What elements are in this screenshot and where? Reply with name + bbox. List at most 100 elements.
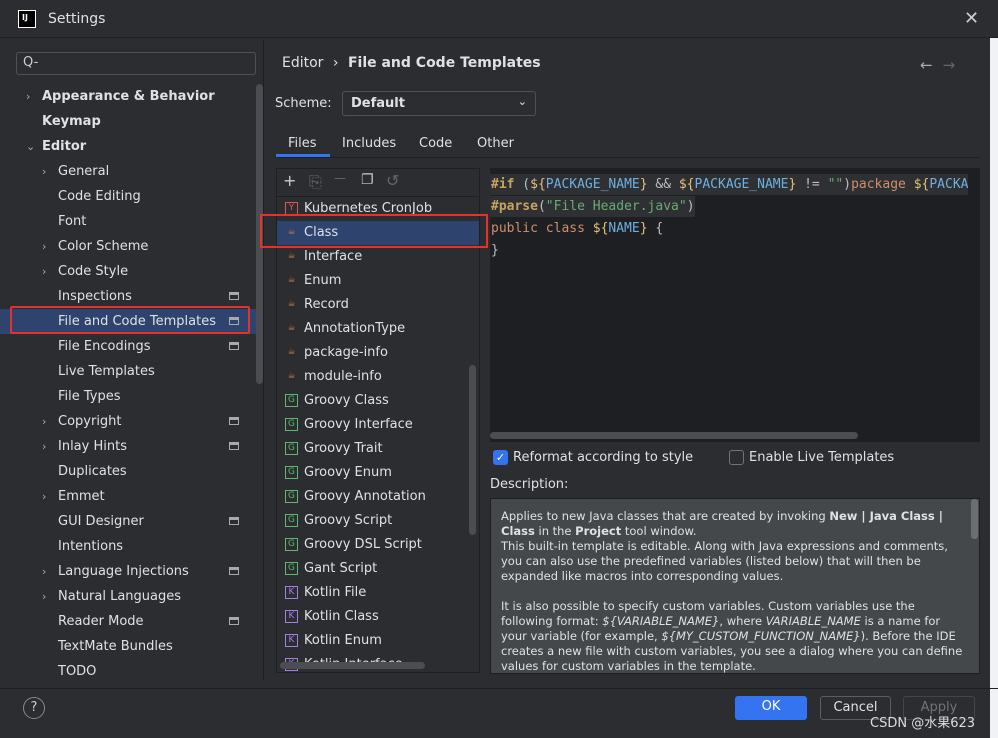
chevron-right-icon[interactable]: ›	[26, 84, 30, 109]
chevron-right-icon[interactable]: ›	[42, 409, 46, 434]
sidebar-item-label: Font	[58, 214, 87, 229]
template-item[interactable]: K Kotlin Class	[277, 605, 479, 629]
template-item[interactable]: G Groovy Script	[277, 509, 479, 533]
code-token: "File Header.java"	[545, 199, 687, 214]
add-icon[interactable]: +	[283, 171, 296, 190]
window-title: Settings	[48, 11, 106, 27]
sidebar-item[interactable]: GUI Designer	[0, 509, 256, 534]
reformat-checkbox[interactable]: ✓	[493, 450, 508, 465]
live-templates-checkbox[interactable]	[729, 450, 744, 465]
template-item[interactable]: ☕ package-info	[277, 341, 479, 365]
list-toolbar: + ⎘ — ❐ ↺	[277, 169, 479, 197]
breadcrumb-current: File and Code Templates	[347, 55, 541, 71]
sidebar-item[interactable]: File Types	[0, 384, 256, 409]
watermark: CSDN @水果623	[870, 716, 976, 731]
duplicate-icon[interactable]: ❐	[361, 172, 374, 188]
template-item[interactable]: G Gant Script	[277, 557, 479, 581]
highlight-outline	[260, 214, 488, 248]
sidebar-item[interactable]: › Code Style	[0, 259, 256, 284]
template-item[interactable]: ☕ Interface	[277, 245, 479, 269]
sidebar-item[interactable]: Keymap	[0, 109, 256, 134]
chevron-right-icon[interactable]: ›	[42, 559, 46, 584]
description-text: tool window.	[621, 524, 697, 538]
sidebar-item-label: File Encodings	[58, 339, 151, 354]
sidebar-item[interactable]: Code Editing	[0, 184, 256, 209]
template-item[interactable]: G Groovy Annotation	[277, 485, 479, 509]
chevron-right-icon[interactable]: ›	[42, 159, 46, 184]
groovy-file-icon: G	[285, 466, 298, 479]
sidebar-item[interactable]: › Appearance & Behavior	[0, 84, 256, 109]
project-scope-icon	[229, 342, 239, 350]
sidebar-item[interactable]: Font	[0, 209, 256, 234]
footer-divider	[0, 688, 998, 689]
chevron-right-icon[interactable]: ›	[42, 434, 46, 459]
sidebar-item[interactable]: TODO	[0, 659, 256, 684]
description-scrollbar[interactable]	[971, 499, 978, 539]
template-item[interactable]: G Groovy DSL Script	[277, 533, 479, 557]
project-scope-icon	[229, 417, 239, 425]
chevron-right-icon[interactable]: ›	[42, 484, 46, 509]
sidebar-item[interactable]: Duplicates	[0, 459, 256, 484]
template-label: AnnotationType	[304, 321, 406, 336]
chevron-right-icon[interactable]: ›	[42, 584, 46, 609]
sidebar-item[interactable]: › Copyright	[0, 409, 256, 434]
sidebar-item[interactable]: Live Templates	[0, 359, 256, 384]
sidebar-item[interactable]: › General	[0, 159, 256, 184]
template-item[interactable]: K Kotlin File	[277, 581, 479, 605]
sidebar-item[interactable]: ⌄ Editor	[0, 134, 256, 159]
search-input[interactable]: Q-	[16, 52, 256, 75]
chevron-right-icon[interactable]: ›	[42, 259, 46, 284]
template-item[interactable]: ☕ Record	[277, 293, 479, 317]
sidebar-item-label: Editor	[42, 139, 87, 154]
ok-button[interactable]: OK	[735, 696, 807, 720]
template-label: module-info	[304, 369, 382, 384]
highlight-outline	[10, 306, 250, 334]
template-item[interactable]: K Kotlin Enum	[277, 629, 479, 653]
tab-other[interactable]: Other	[477, 136, 514, 151]
java-file-icon: ☕	[287, 275, 296, 285]
project-scope-icon	[229, 517, 239, 525]
copy-file-icon[interactable]: ⎘	[309, 172, 322, 192]
sidebar-item[interactable]: › Natural Languages	[0, 584, 256, 609]
code-token: PACKA	[929, 177, 969, 192]
sidebar-item[interactable]: File Encodings	[0, 334, 256, 359]
template-item[interactable]: ☕ module-info	[277, 365, 479, 389]
remove-icon[interactable]: —	[334, 171, 346, 185]
reset-icon[interactable]: ↺	[386, 171, 399, 190]
sidebar-item[interactable]: Intentions	[0, 534, 256, 559]
project-scope-icon	[229, 442, 239, 450]
code-token: #if	[491, 177, 515, 192]
chevron-down-icon[interactable]: ⌄	[26, 134, 35, 159]
sidebar-item[interactable]: › Emmet	[0, 484, 256, 509]
scheme-dropdown[interactable]: Default ⌄	[342, 91, 536, 116]
groovy-file-icon: G	[285, 562, 298, 575]
template-item[interactable]: ☕ AnnotationType	[277, 317, 479, 341]
template-item[interactable]: G Groovy Class	[277, 389, 479, 413]
sidebar-item[interactable]: › Inlay Hints	[0, 434, 256, 459]
template-code-editor[interactable]: #if (${PACKAGE_NAME} && ${PACKAGE_NAME} …	[490, 168, 980, 442]
list-horizontal-scrollbar[interactable]	[280, 662, 425, 669]
code-token: }	[639, 221, 648, 236]
breadcrumb-parent[interactable]: Editor	[282, 55, 323, 71]
back-arrow-icon[interactable]: ←	[920, 56, 943, 74]
chevron-right-icon[interactable]: ›	[42, 234, 46, 259]
sidebar-item[interactable]: › Color Scheme	[0, 234, 256, 259]
close-icon[interactable]: ✕	[964, 8, 979, 29]
tab-code[interactable]: Code	[419, 136, 452, 151]
editor-horizontal-scrollbar[interactable]	[490, 432, 858, 439]
tab-includes[interactable]: Includes	[342, 136, 396, 151]
kotlin-file-icon: K	[285, 610, 298, 623]
code-token: ""	[827, 177, 844, 192]
template-item[interactable]: G Groovy Interface	[277, 413, 479, 437]
help-button[interactable]: ?	[23, 697, 45, 719]
sidebar-item[interactable]: TextMate Bundles	[0, 634, 256, 659]
tab-files[interactable]: Files	[288, 136, 317, 151]
sidebar-item[interactable]: › Language Injections	[0, 559, 256, 584]
template-item[interactable]: G Groovy Trait	[277, 437, 479, 461]
sidebar-item[interactable]: Reader Mode	[0, 609, 256, 634]
title-bar: IJ Settings ✕	[0, 0, 998, 38]
forward-arrow-icon[interactable]: →	[943, 56, 966, 74]
template-item[interactable]: G Groovy Enum	[277, 461, 479, 485]
list-scrollbar[interactable]	[469, 365, 476, 535]
template-item[interactable]: ☕ Enum	[277, 269, 479, 293]
